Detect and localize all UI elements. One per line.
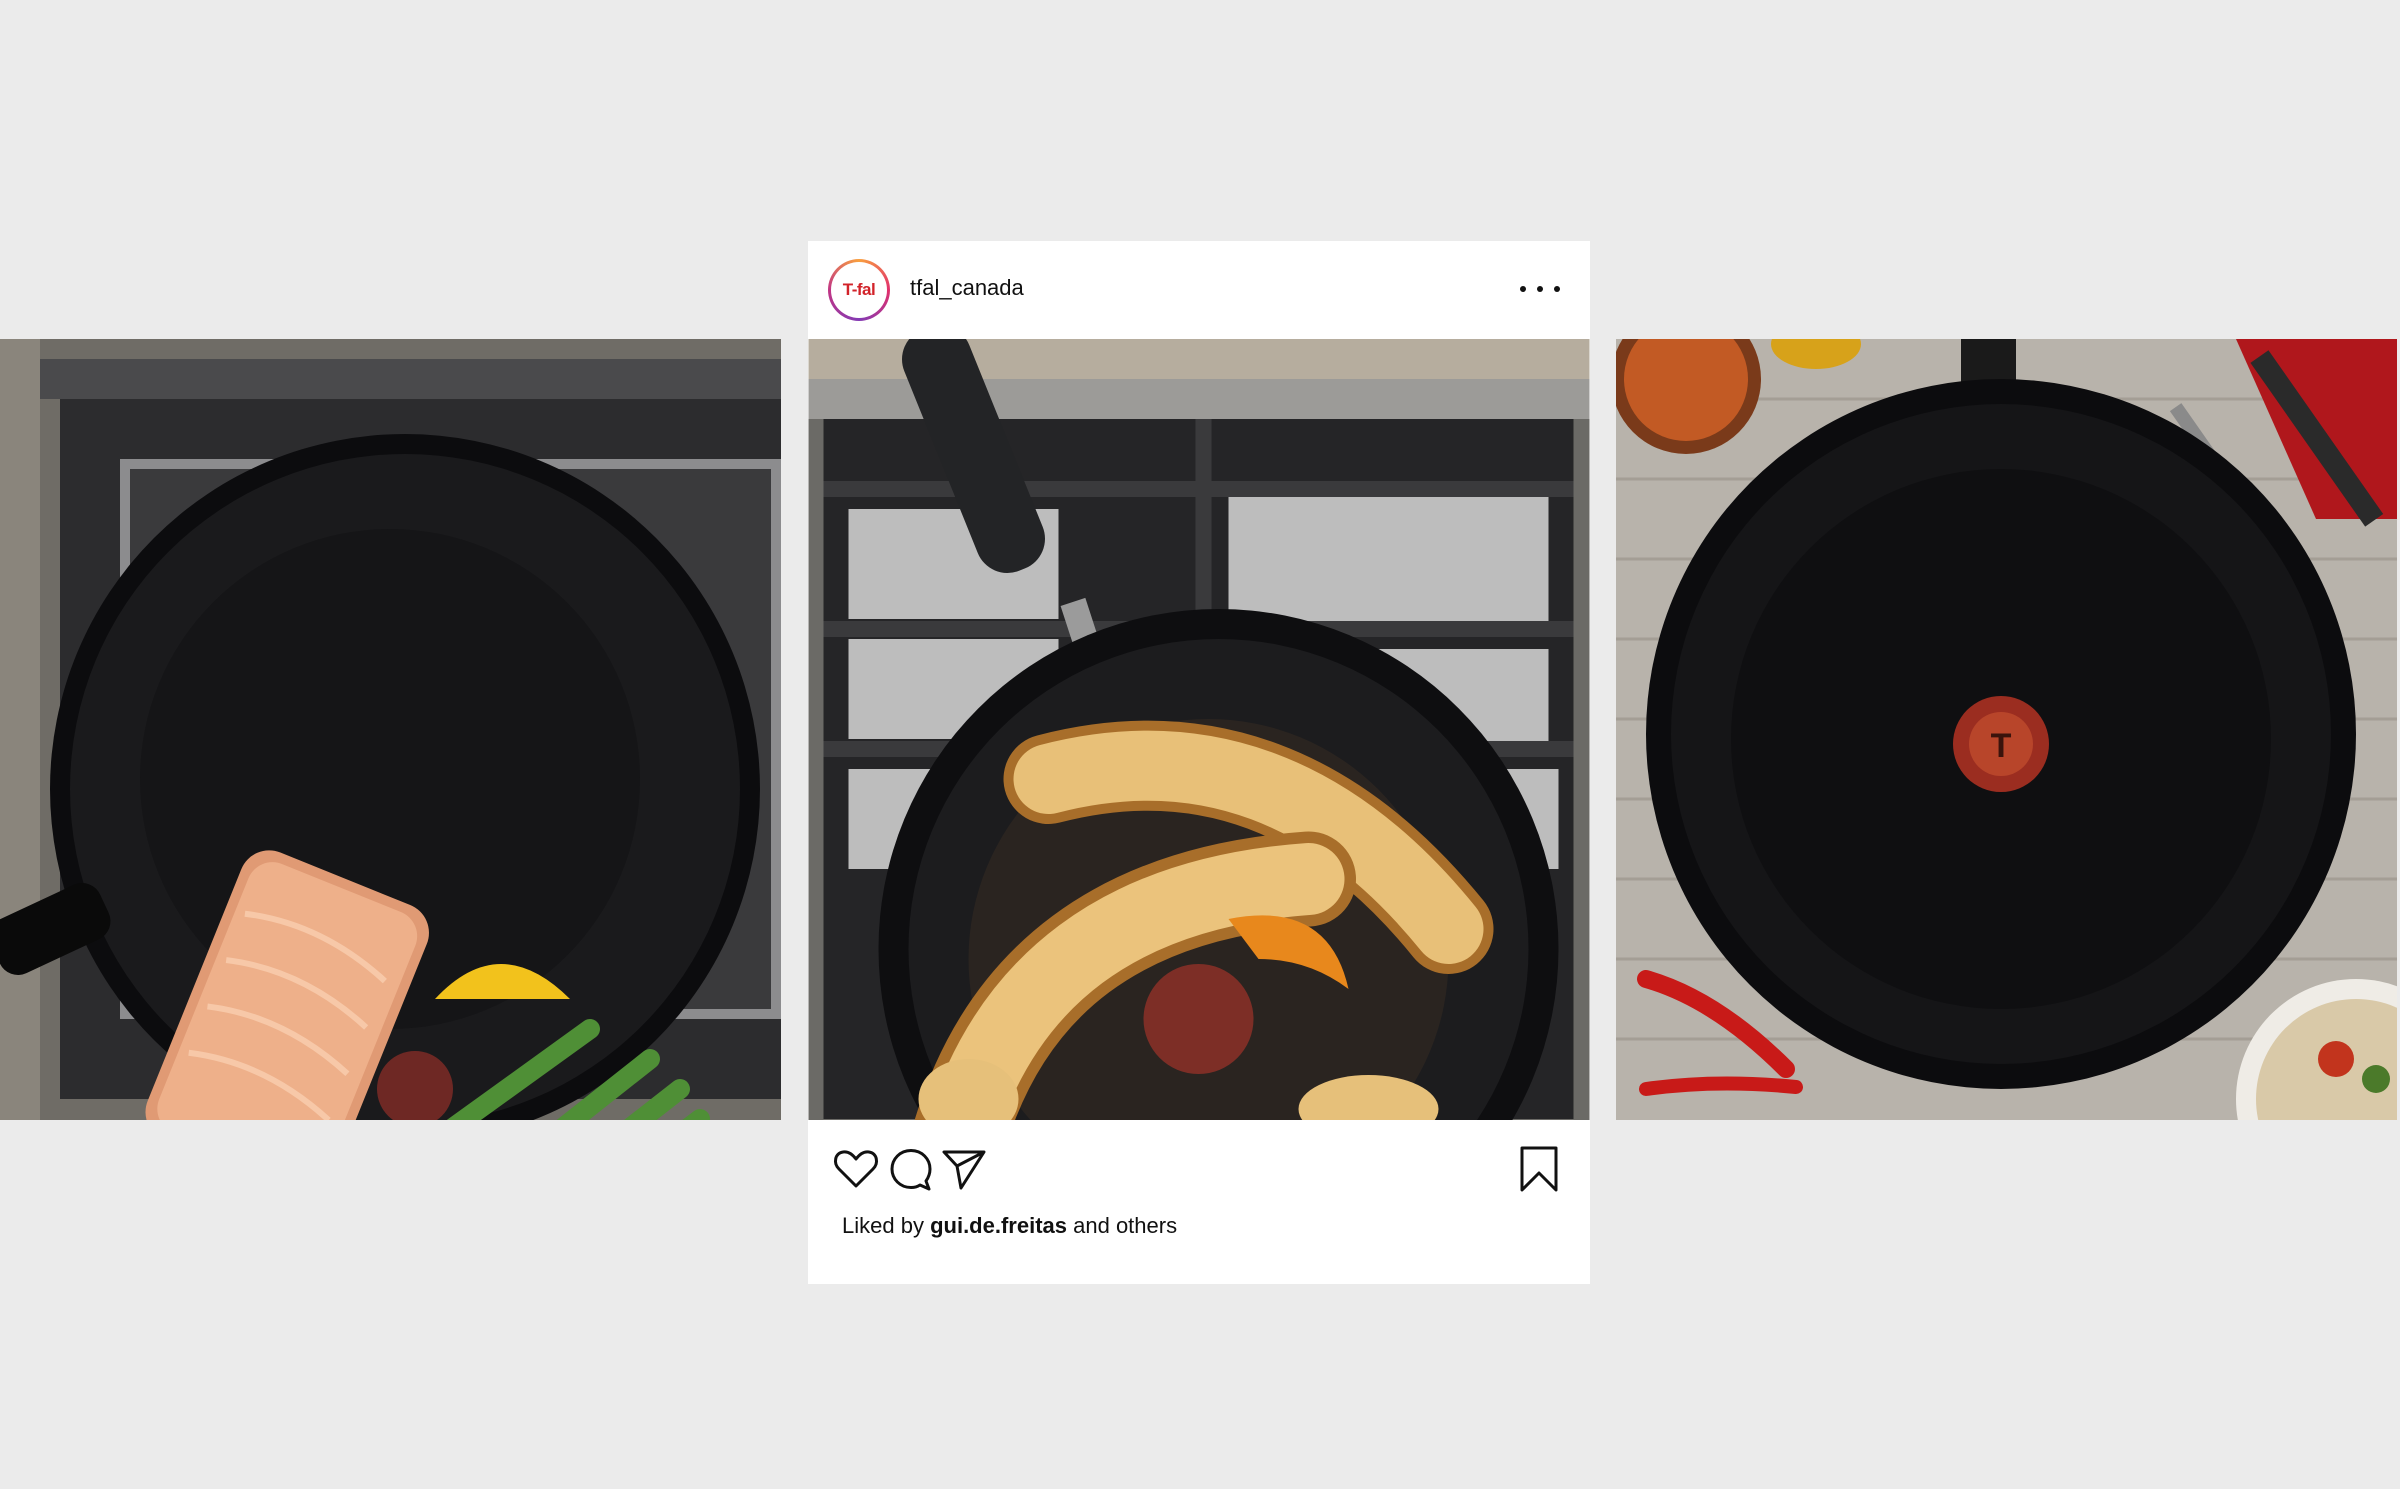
avatar-inner: T-fal <box>831 262 887 318</box>
comment-icon[interactable] <box>886 1144 936 1194</box>
bookmark-icon[interactable] <box>1514 1144 1564 1194</box>
dot <box>1520 286 1526 292</box>
tfal-logo: T-fal <box>842 280 876 299</box>
heart-icon[interactable] <box>831 1144 881 1194</box>
post-actions-bar <box>808 1120 1590 1210</box>
likes-text: Liked by gui.de.freitas and others <box>842 1213 1177 1239</box>
dot <box>1554 286 1560 292</box>
svg-text:T: T <box>1991 727 2012 765</box>
dot <box>1537 286 1543 292</box>
profile-avatar[interactable]: T-fal <box>828 259 890 321</box>
paper-plane-icon[interactable] <box>939 1144 989 1194</box>
likes-suffix: and others <box>1073 1213 1178 1238</box>
empty-pan-table-image: T <box>1616 339 2397 1120</box>
salmon-asparagus-pan-image <box>0 339 781 1120</box>
liked-by-user[interactable]: gui.de.freitas <box>930 1213 1067 1238</box>
post-username[interactable]: tfal_canada <box>910 275 1024 301</box>
more-options-icon[interactable] <box>1520 277 1560 301</box>
instagram-post-card: T-fal tfal_canada Liked by gui.de.freita… <box>808 241 1590 1284</box>
banana-pan-image <box>808 339 1590 1120</box>
left-food-photo <box>0 339 781 1120</box>
likes-prefix: Liked by <box>842 1213 924 1238</box>
right-food-photo: T <box>1616 339 2397 1120</box>
post-photo[interactable] <box>808 339 1590 1120</box>
post-header: T-fal tfal_canada <box>808 241 1590 339</box>
